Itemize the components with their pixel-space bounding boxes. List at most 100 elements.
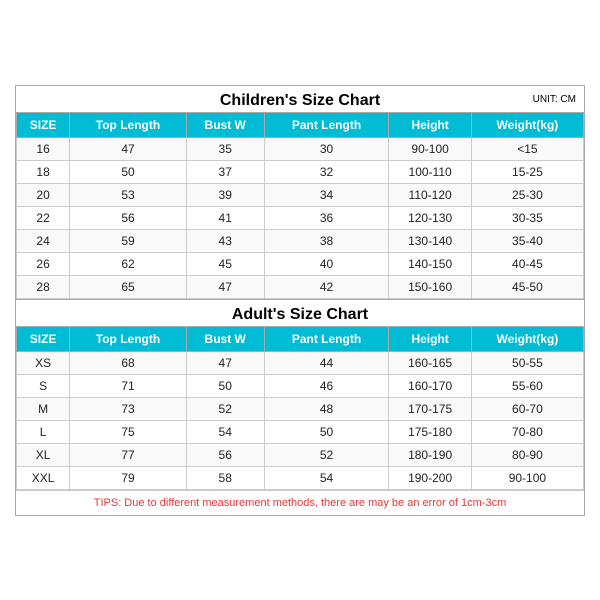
table-cell: 40 — [264, 252, 389, 275]
table-cell: 25-30 — [471, 183, 583, 206]
table-cell: 100-110 — [389, 160, 471, 183]
table-cell: 80-90 — [471, 443, 583, 466]
table-row: 26624540140-15040-45 — [17, 252, 584, 275]
adult-col-top-length: Top Length — [70, 326, 187, 351]
table-cell: 54 — [264, 466, 389, 489]
table-cell: 22 — [17, 206, 70, 229]
adult-col-weight: Weight(kg) — [471, 326, 583, 351]
children-tbody: 1647353090-100<1518503732100-11015-25205… — [17, 137, 584, 298]
table-cell: 16 — [17, 137, 70, 160]
table-row: L755450175-18070-80 — [17, 420, 584, 443]
table-cell: 48 — [264, 397, 389, 420]
table-cell: 90-100 — [471, 466, 583, 489]
table-cell: S — [17, 374, 70, 397]
table-cell: 38 — [264, 229, 389, 252]
adult-header-row: SIZE Top Length Bust W Pant Length Heigh… — [17, 326, 584, 351]
adult-col-bust-w: Bust W — [186, 326, 264, 351]
table-cell: 50-55 — [471, 351, 583, 374]
table-cell: 47 — [70, 137, 187, 160]
table-cell: 46 — [264, 374, 389, 397]
table-cell: 47 — [186, 351, 264, 374]
table-cell: 34 — [264, 183, 389, 206]
table-cell: 59 — [70, 229, 187, 252]
table-cell: 50 — [264, 420, 389, 443]
table-cell: 39 — [186, 183, 264, 206]
col-pant-length: Pant Length — [264, 112, 389, 137]
table-cell: 45 — [186, 252, 264, 275]
table-cell: 54 — [186, 420, 264, 443]
size-chart: Children's Size Chart UNIT: CM SIZE Top … — [15, 85, 585, 516]
children-title: Children's Size Chart — [220, 92, 380, 109]
adult-col-height: Height — [389, 326, 471, 351]
table-cell: 60-70 — [471, 397, 583, 420]
table-cell: 175-180 — [389, 420, 471, 443]
table-row: XS684744160-16550-55 — [17, 351, 584, 374]
table-cell: 56 — [70, 206, 187, 229]
adult-title-row: Adult's Size Chart — [16, 299, 584, 326]
table-cell: 37 — [186, 160, 264, 183]
table-cell: 71 — [70, 374, 187, 397]
table-row: 18503732100-11015-25 — [17, 160, 584, 183]
table-cell: 53 — [70, 183, 187, 206]
table-cell: 70-80 — [471, 420, 583, 443]
table-row: 24594338130-14035-40 — [17, 229, 584, 252]
adult-col-size: SIZE — [17, 326, 70, 351]
table-cell: 190-200 — [389, 466, 471, 489]
children-title-row: Children's Size Chart UNIT: CM — [16, 86, 584, 112]
table-cell: 41 — [186, 206, 264, 229]
table-cell: 130-140 — [389, 229, 471, 252]
table-cell: <15 — [471, 137, 583, 160]
table-cell: 180-190 — [389, 443, 471, 466]
table-cell: 30 — [264, 137, 389, 160]
table-cell: 79 — [70, 466, 187, 489]
table-cell: 26 — [17, 252, 70, 275]
table-cell: 52 — [264, 443, 389, 466]
adult-col-pant-length: Pant Length — [264, 326, 389, 351]
table-cell: 36 — [264, 206, 389, 229]
table-cell: 65 — [70, 275, 187, 298]
children-table: SIZE Top Length Bust W Pant Length Heigh… — [16, 112, 584, 299]
table-cell: 20 — [17, 183, 70, 206]
table-cell: 77 — [70, 443, 187, 466]
unit-label: UNIT: CM — [533, 94, 576, 105]
table-cell: 44 — [264, 351, 389, 374]
table-row: 20533934110-12025-30 — [17, 183, 584, 206]
table-cell: 160-170 — [389, 374, 471, 397]
table-cell: 90-100 — [389, 137, 471, 160]
table-cell: 32 — [264, 160, 389, 183]
table-cell: 160-165 — [389, 351, 471, 374]
table-cell: 150-160 — [389, 275, 471, 298]
adult-title: Adult's Size Chart — [232, 306, 368, 323]
tips-row: TIPS: Due to different measurement metho… — [16, 490, 584, 515]
table-cell: 56 — [186, 443, 264, 466]
col-top-length: Top Length — [70, 112, 187, 137]
table-row: XXL795854190-20090-100 — [17, 466, 584, 489]
table-row: 22564136120-13030-35 — [17, 206, 584, 229]
table-cell: 35-40 — [471, 229, 583, 252]
table-cell: XS — [17, 351, 70, 374]
table-cell: 28 — [17, 275, 70, 298]
table-row: XL775652180-19080-90 — [17, 443, 584, 466]
children-header-row: SIZE Top Length Bust W Pant Length Heigh… — [17, 112, 584, 137]
col-bust-w: Bust W — [186, 112, 264, 137]
table-cell: 50 — [186, 374, 264, 397]
table-cell: 73 — [70, 397, 187, 420]
adult-tbody: XS684744160-16550-55S715046160-17055-60M… — [17, 351, 584, 489]
table-cell: 18 — [17, 160, 70, 183]
table-cell: 55-60 — [471, 374, 583, 397]
table-cell: 35 — [186, 137, 264, 160]
col-size: SIZE — [17, 112, 70, 137]
table-cell: XXL — [17, 466, 70, 489]
table-cell: 40-45 — [471, 252, 583, 275]
table-row: 1647353090-100<15 — [17, 137, 584, 160]
table-cell: M — [17, 397, 70, 420]
table-row: 28654742150-16045-50 — [17, 275, 584, 298]
table-cell: 110-120 — [389, 183, 471, 206]
table-cell: 42 — [264, 275, 389, 298]
table-cell: 170-175 — [389, 397, 471, 420]
table-cell: 75 — [70, 420, 187, 443]
table-cell: 68 — [70, 351, 187, 374]
table-cell: 140-150 — [389, 252, 471, 275]
table-cell: 30-35 — [471, 206, 583, 229]
col-height: Height — [389, 112, 471, 137]
